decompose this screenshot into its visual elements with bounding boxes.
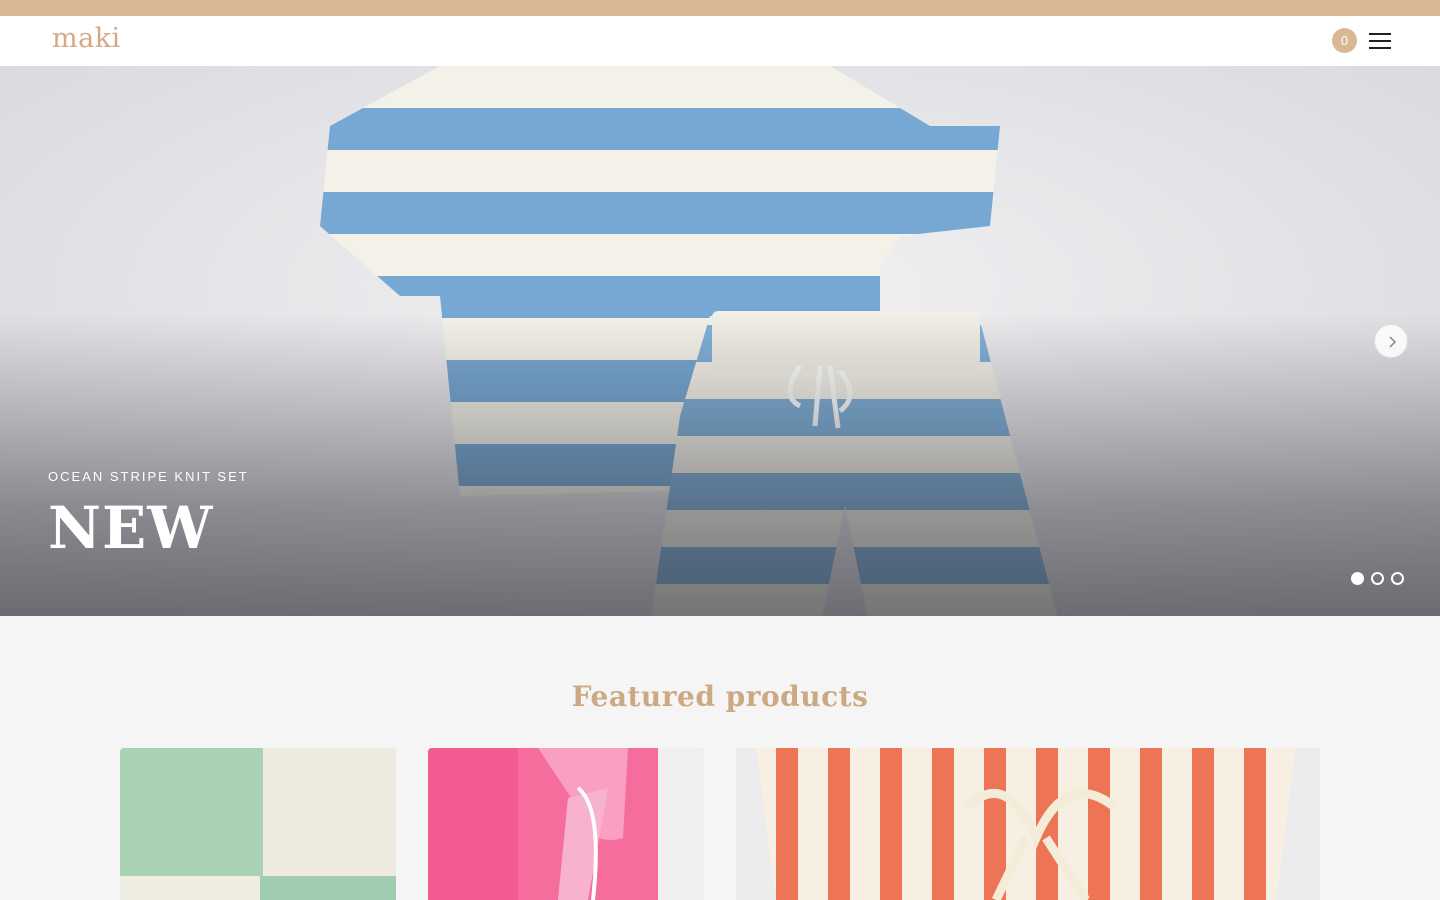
- product-card-red-stripe-shorts[interactable]: [736, 748, 1320, 900]
- hero-title: NEW: [48, 494, 214, 562]
- product-image: [120, 748, 396, 900]
- hero-slideshow: OCEAN STRIPE KNIT SET NEW: [0, 66, 1440, 616]
- hero-gradient: [0, 66, 1440, 616]
- slideshow-next-button[interactable]: [1374, 324, 1408, 358]
- slide-dot-2[interactable]: [1371, 572, 1384, 585]
- product-card-pink-shorts[interactable]: [428, 748, 704, 900]
- cart-count-badge[interactable]: 0: [1332, 28, 1357, 53]
- featured-products-heading: Featured products: [571, 680, 869, 713]
- slide-dot-1[interactable]: [1351, 572, 1364, 585]
- hero-subtitle: OCEAN STRIPE KNIT SET: [48, 469, 249, 484]
- slide-dot-3[interactable]: [1391, 572, 1404, 585]
- site-header: maki 0: [0, 16, 1440, 66]
- product-image: [736, 748, 1320, 900]
- hamburger-menu-icon[interactable]: [1368, 31, 1392, 51]
- product-card-mint-knit[interactable]: [120, 748, 396, 900]
- chevron-right-icon: [1389, 336, 1397, 348]
- announcement-bar: [0, 0, 1440, 16]
- brand-logo[interactable]: maki: [52, 23, 121, 54]
- product-image: [428, 748, 704, 900]
